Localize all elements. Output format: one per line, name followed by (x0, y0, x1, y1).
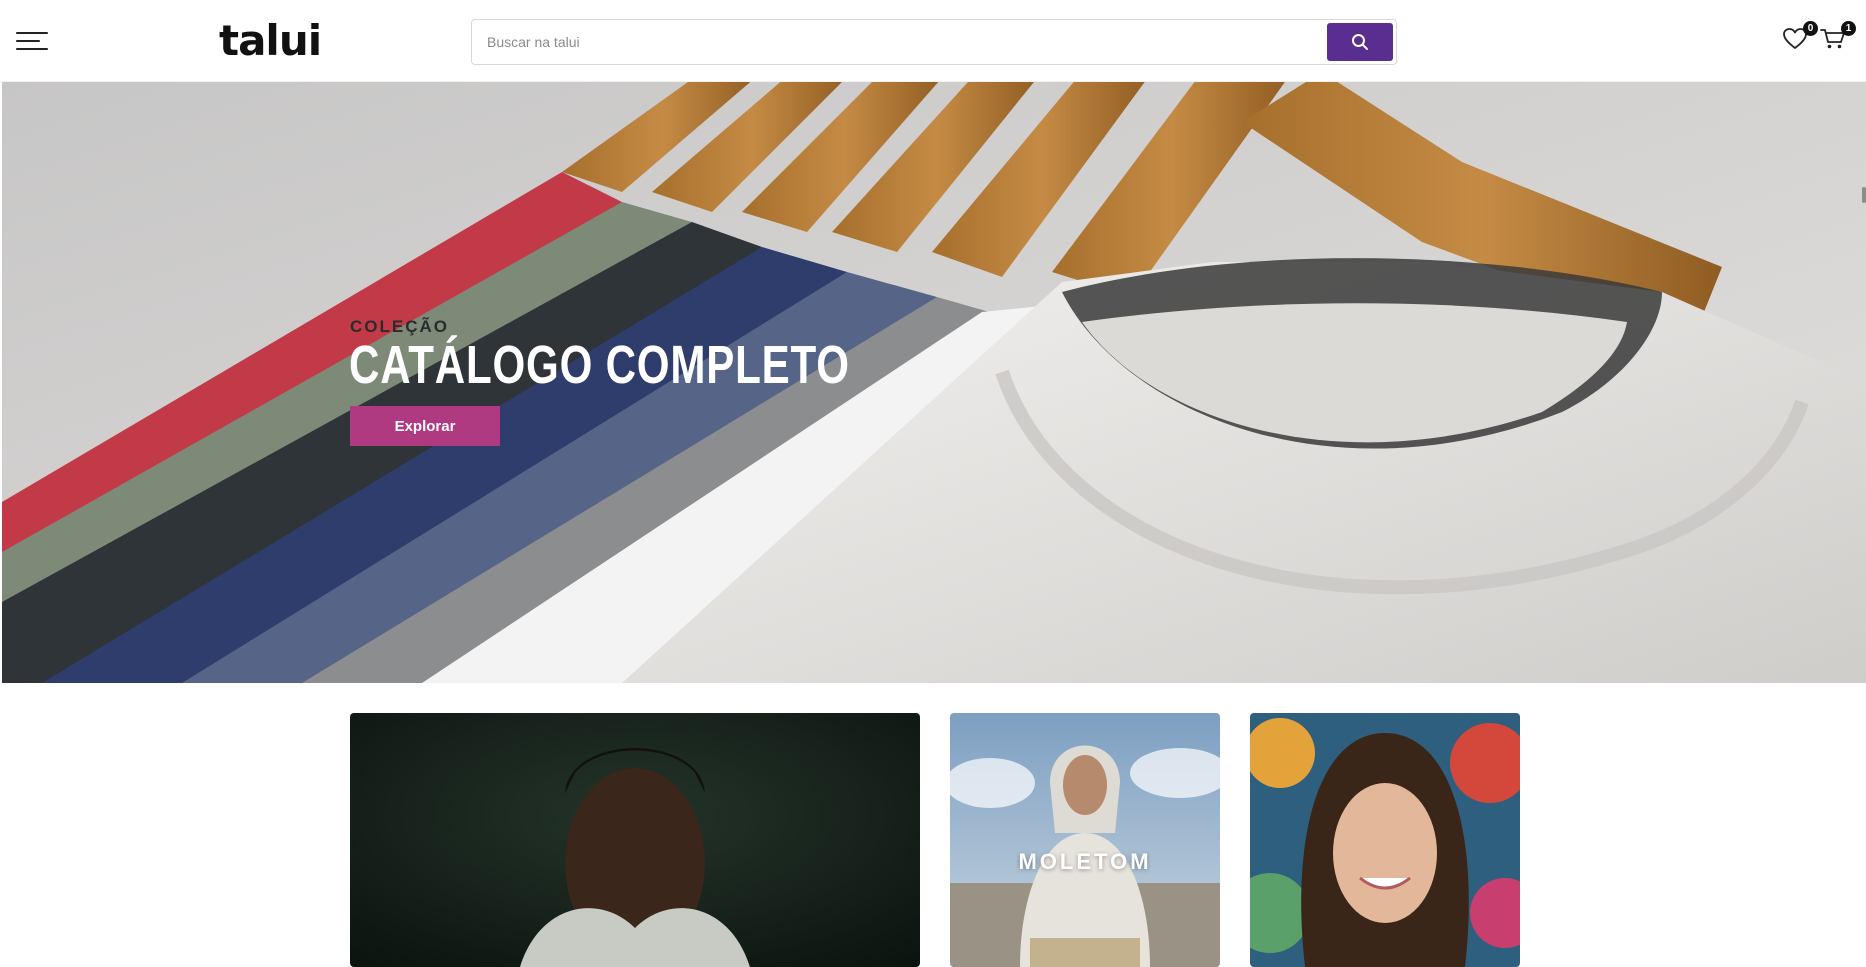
category-card[interactable] (1250, 713, 1520, 967)
category-card-moletom[interactable]: MOLETOM (950, 713, 1220, 967)
scrollbar-thumb[interactable] (1862, 187, 1866, 203)
hero-banner: COLEÇÃO CATÁLOGO COMPLETO Explorar (2, 82, 1866, 683)
wishlist-button[interactable]: 0 (1782, 21, 1818, 55)
category-card[interactable] (350, 713, 920, 967)
wishlist-count-badge: 0 (1803, 21, 1818, 36)
cart-button[interactable]: 1 (1820, 21, 1856, 55)
page: talui 0 1 (0, 0, 1866, 967)
category-image (1250, 713, 1520, 967)
hero-tshirts-image (2, 82, 1866, 683)
cart-count-badge: 1 (1841, 21, 1856, 36)
search-icon (1352, 34, 1368, 50)
search-bar (471, 19, 1397, 65)
hero-title: CATÁLOGO COMPLETO (349, 335, 850, 395)
explore-button[interactable]: Explorar (350, 406, 500, 446)
category-image (350, 713, 920, 967)
category-label: MOLETOM (1018, 849, 1152, 874)
search-input[interactable] (487, 29, 1327, 55)
site-logo[interactable]: talui (219, 16, 322, 65)
site-header: talui 0 1 (0, 0, 1866, 82)
menu-line (16, 32, 48, 34)
category-image (950, 713, 1220, 967)
search-button[interactable] (1327, 23, 1393, 61)
menu-line (16, 48, 48, 50)
menu-line (16, 40, 40, 42)
hamburger-menu-icon[interactable] (16, 30, 48, 52)
